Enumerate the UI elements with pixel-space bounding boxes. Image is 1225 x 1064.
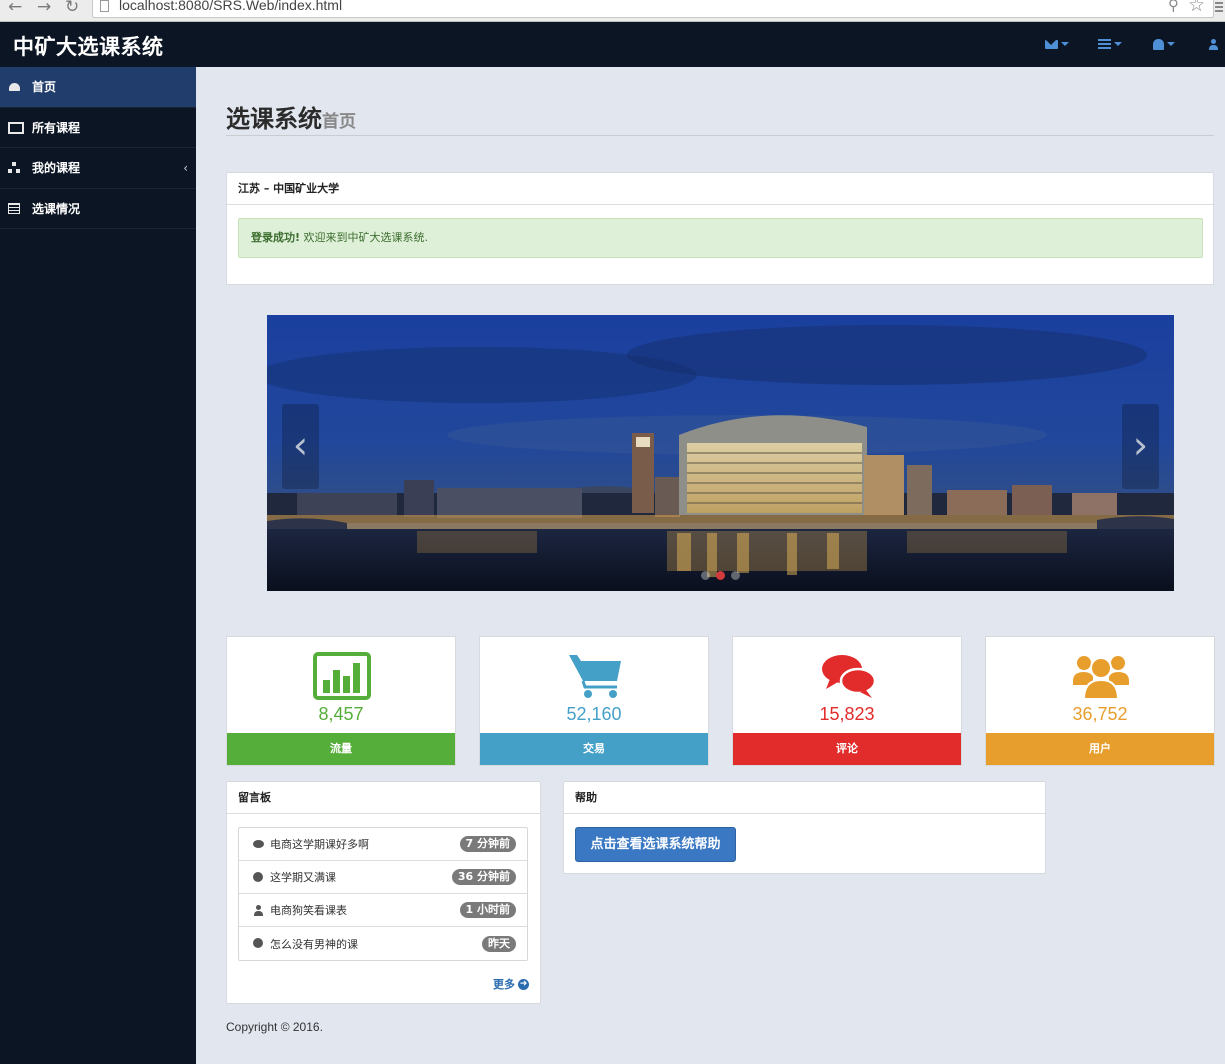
sidebar-item-label: 我的课程	[32, 161, 81, 176]
sidebar-item-all-courses[interactable]: 所有课程	[0, 108, 196, 148]
browser-menu-icon[interactable]	[1215, 2, 1223, 14]
user-icon	[253, 904, 264, 916]
sitemap-icon	[8, 161, 22, 174]
campus-carousel: ‹ ›	[267, 315, 1174, 591]
message-list: 电商这学期课好多啊 7 分钟前 这学期又满课 36 分钟前 电商狗笑看课表 1 …	[238, 827, 528, 961]
stat-box-traffic[interactable]: 8,457 流量	[226, 636, 456, 766]
reload-icon[interactable]: ↻	[65, 0, 79, 16]
success-alert: 登录成功! 欢迎来到中矿大选课系统.	[238, 218, 1203, 258]
alert-strong: 登录成功!	[251, 231, 301, 244]
carousel-indicator[interactable]	[701, 571, 710, 580]
main-content: 选课系统首页 江苏 – 中国矿业大学 登录成功! 欢迎来到中矿大选课系统. ‹ …	[196, 67, 1225, 1064]
list-item[interactable]: 电商狗笑看课表 1 小时前	[239, 894, 527, 927]
stat-value: 15,823	[819, 704, 875, 724]
message-text: 电商这学期课好多啊	[270, 838, 369, 851]
comments-icon	[822, 655, 877, 698]
page-subtitle: 首页	[322, 112, 356, 132]
carousel-prev-button[interactable]: ‹	[282, 404, 319, 489]
caret-down-icon	[1061, 42, 1069, 46]
top-navbar: 中矿大选课系统	[0, 22, 1225, 67]
caret-down-icon	[1114, 42, 1122, 46]
carousel-indicator[interactable]	[731, 571, 740, 580]
sidebar: 首页 所有课程 我的课程 ‹ 选课情况	[0, 67, 196, 1064]
stat-box-users[interactable]: 36,752 用户	[985, 636, 1215, 766]
stat-label: 评论	[733, 733, 961, 765]
back-icon[interactable]: ←	[8, 0, 22, 16]
page-header: 选课系统首页	[226, 99, 1214, 136]
time-badge: 1 小时前	[459, 902, 516, 918]
stat-value: 36,752	[1072, 704, 1128, 724]
stat-box-transactions[interactable]: 52,160 交易	[479, 636, 709, 766]
bar-chart-icon	[313, 652, 371, 700]
list-item[interactable]: 这学期又满课 36 分钟前	[239, 861, 527, 894]
sidebar-item-home[interactable]: 首页	[0, 67, 196, 108]
message-text: 这学期又满课	[270, 871, 336, 884]
help-button[interactable]: 点击查看选课系统帮助	[575, 827, 736, 862]
stat-value: 52,160	[566, 704, 622, 724]
table-icon	[8, 202, 22, 215]
shopping-cart-icon	[569, 655, 621, 698]
zoom-icon[interactable]: ⚲	[1168, 0, 1179, 14]
more-link-label: 更多	[493, 978, 515, 991]
stat-value: 8,457	[318, 704, 364, 724]
stat-label: 用户	[986, 733, 1214, 765]
globe-icon	[253, 871, 264, 883]
message-board-panel: 留言板 电商这学期课好多啊 7 分钟前 这学期又满课 36 分钟前 电商狗笑看课…	[226, 781, 541, 1004]
dashboard-icon	[8, 81, 22, 93]
panel-heading: 帮助	[564, 782, 1045, 814]
comment-icon	[253, 839, 264, 850]
sidebar-item-label: 首页	[32, 80, 57, 95]
url-text: localhost:8080/SRS.Web/index.html	[119, 0, 343, 13]
user-icon	[1209, 38, 1218, 50]
footer-copyright: Copyright © 2016.	[226, 1020, 323, 1034]
list-item[interactable]: 电商这学期课好多啊 7 分钟前	[239, 828, 527, 861]
campus-night-photo	[267, 315, 1174, 591]
forward-icon[interactable]: →	[37, 0, 51, 16]
sidebar-item-label: 所有课程	[32, 120, 81, 135]
messages-dropdown[interactable]	[1045, 37, 1069, 51]
stat-box-comments[interactable]: 15,823 评论	[732, 636, 962, 766]
browser-toolbar: ← → ↻ localhost:8080/SRS.Web/index.html …	[0, 0, 1225, 22]
arrow-circle-right-icon: ➜	[518, 978, 529, 990]
tasks-icon	[1098, 39, 1111, 49]
sidebar-item-enrollment[interactable]: 选课情况	[0, 189, 196, 229]
envelope-icon	[1045, 39, 1058, 49]
users-icon	[1073, 656, 1129, 700]
sidebar-item-my-courses[interactable]: 我的课程 ‹	[0, 148, 196, 189]
more-link[interactable]: 更多 ➜	[493, 976, 529, 992]
time-badge: 7 分钟前	[459, 836, 516, 852]
caret-down-icon	[1167, 42, 1175, 46]
stat-label: 交易	[480, 733, 708, 765]
page-icon	[100, 0, 109, 12]
bookmark-star-icon[interactable]: ☆	[1188, 0, 1205, 16]
panel-heading: 留言板	[227, 782, 540, 814]
welcome-panel: 江苏 – 中国矿业大学 登录成功! 欢迎来到中矿大选课系统.	[226, 172, 1214, 285]
address-bar[interactable]: localhost:8080/SRS.Web/index.html ⚲ ☆	[92, 0, 1214, 18]
panel-heading: 江苏 – 中国矿业大学	[227, 173, 1213, 205]
time-badge: 昨天	[482, 935, 516, 952]
bell-icon	[1153, 38, 1164, 50]
carousel-indicator-active[interactable]	[716, 571, 725, 580]
carousel-next-button[interactable]: ›	[1122, 404, 1159, 489]
page-title: 选课系统	[226, 105, 322, 133]
user-dropdown[interactable]	[1209, 37, 1218, 51]
help-panel: 帮助 点击查看选课系统帮助	[563, 781, 1046, 874]
alert-text: 欢迎来到中矿大选课系统.	[300, 231, 429, 244]
globe-icon	[253, 938, 264, 949]
tasks-dropdown[interactable]	[1098, 37, 1122, 51]
carousel-indicators	[267, 571, 1174, 580]
monitor-icon	[8, 121, 24, 135]
alerts-dropdown[interactable]	[1153, 37, 1175, 51]
stat-label: 流量	[227, 733, 455, 765]
time-badge: 36 分钟前	[451, 869, 516, 885]
list-item[interactable]: 怎么没有男神的课 昨天	[239, 927, 527, 960]
chevron-left-icon: ‹	[183, 161, 188, 175]
message-text: 电商狗笑看课表	[270, 904, 347, 917]
brand-title[interactable]: 中矿大选课系统	[13, 31, 164, 61]
message-text: 怎么没有男神的课	[270, 937, 358, 951]
sidebar-item-label: 选课情况	[32, 201, 81, 216]
